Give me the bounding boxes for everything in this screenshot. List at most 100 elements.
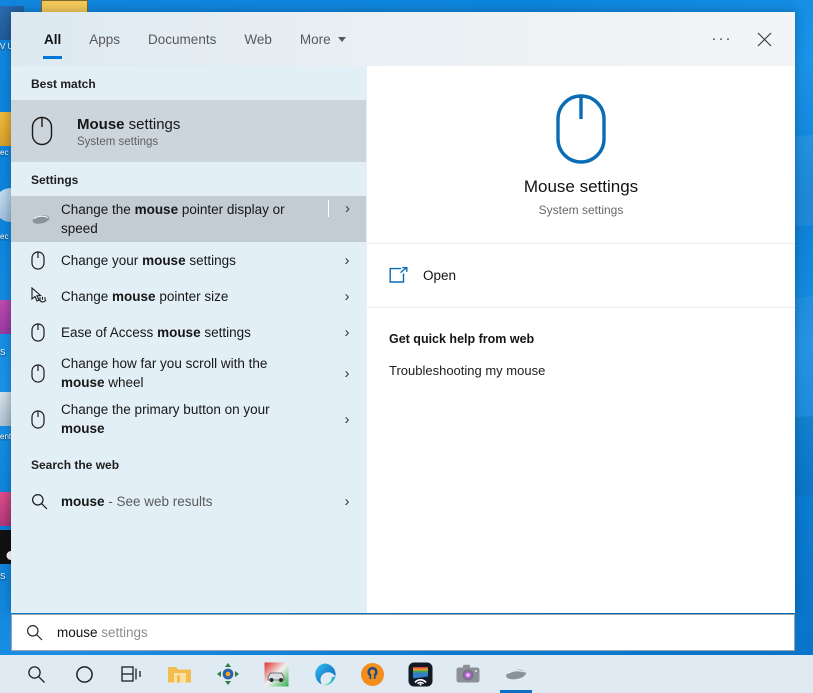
label-pre: Change the <box>61 202 135 217</box>
label-pre: Change your <box>61 253 142 268</box>
taskbar-search-button[interactable] <box>12 655 60 693</box>
search-icon <box>31 493 61 510</box>
openvpn-icon <box>360 662 385 687</box>
search-input-box[interactable]: mouse settings <box>11 614 795 651</box>
web-help-link[interactable]: Troubleshooting my mouse <box>389 363 795 378</box>
task-view-icon <box>121 665 143 684</box>
settings-heading: Settings <box>11 162 366 196</box>
search-tabs: All Apps Documents Web More <box>11 12 360 66</box>
label-bold: mouse <box>61 375 105 390</box>
label-post: settings <box>201 325 251 340</box>
best-match-title-rest: settings <box>125 116 181 133</box>
open-action-row[interactable]: Open <box>367 244 795 308</box>
label-pre: Change how far you scroll with the <box>61 356 267 371</box>
setting-item-label: Change mouse pointer size <box>61 287 234 306</box>
open-label: Open <box>423 268 456 283</box>
web-help-title: Get quick help from web <box>389 332 795 346</box>
setting-item-label: Ease of Access mouse settings <box>61 323 257 342</box>
mouse-filled-icon <box>31 212 61 226</box>
taskbar-openvpn-button[interactable] <box>348 655 396 693</box>
preview-pane: Mouse settings System settings Open Get … <box>366 66 795 613</box>
external-link-icon <box>389 267 408 284</box>
tab-web[interactable]: Web <box>230 12 286 66</box>
taskbar-task-view-button[interactable] <box>108 655 156 693</box>
setting-item-primary-button[interactable]: Change the primary button on your mouse … <box>11 396 366 442</box>
web-search-query: mouse <box>61 494 105 509</box>
search-results-list: Best match Mouse settings System setting… <box>11 66 366 613</box>
cortana-icon <box>75 665 94 684</box>
label-bold: mouse <box>61 421 105 436</box>
chevron-right-icon[interactable]: › <box>328 288 366 305</box>
label-post: settings <box>186 253 236 268</box>
setting-item-pointer-display-speed[interactable]: Change the mouse pointer display or spee… <box>11 196 366 242</box>
setting-item-pointer-size[interactable]: Change mouse pointer size › <box>11 278 366 314</box>
taskbar-camera-button[interactable] <box>444 655 492 693</box>
label-post: wheel <box>105 375 144 390</box>
taskbar-cortana-button[interactable] <box>60 655 108 693</box>
best-match-title: Mouse settings <box>77 115 186 134</box>
preview-hero: Mouse settings System settings <box>367 66 795 244</box>
label-bold: mouse <box>157 325 201 340</box>
web-search-label: mouse - See web results <box>61 492 219 511</box>
search-the-web-heading: Search the web <box>11 442 366 481</box>
setting-item-label: Change how far you scroll with the mouse… <box>61 354 313 392</box>
chevron-down-icon <box>338 37 346 42</box>
label-pre: Change the primary button on your <box>61 402 270 417</box>
taskbar-edge-button[interactable] <box>300 655 348 693</box>
taskbar-file-explorer-button[interactable] <box>156 655 204 693</box>
taskbar-screencast-button[interactable] <box>396 655 444 693</box>
mouse-outline-icon <box>31 251 61 270</box>
setting-item-label: Change the mouse pointer display or spee… <box>61 200 313 238</box>
chevron-right-icon[interactable]: › <box>328 200 366 217</box>
more-options-button[interactable]: ··· <box>701 19 743 59</box>
screencast-icon <box>408 662 433 687</box>
tab-documents[interactable]: Documents <box>134 12 230 66</box>
label-post: pointer size <box>156 289 229 304</box>
mouse-app-icon <box>504 666 528 682</box>
setting-item-change-mouse-settings[interactable]: Change your mouse settings › <box>11 242 366 278</box>
tab-more[interactable]: More <box>286 12 360 66</box>
chevron-right-icon[interactable]: › <box>328 493 366 510</box>
close-button[interactable] <box>743 19 785 59</box>
mouse-outline-large-icon <box>555 93 607 165</box>
ellipsis-icon: ··· <box>712 35 733 43</box>
taskbar-car-app-button[interactable] <box>252 655 300 693</box>
edge-browser-icon <box>312 662 337 687</box>
setting-item-label: Change your mouse settings <box>61 251 242 270</box>
preview-title: Mouse settings <box>524 177 638 197</box>
search-icon <box>26 624 43 641</box>
taskbar <box>0 655 813 693</box>
web-search-result[interactable]: mouse - See web results › <box>11 481 366 521</box>
search-typed-text: mouse <box>57 625 98 640</box>
header-controls: ··· <box>701 12 795 66</box>
best-match-subtitle: System settings <box>77 136 186 148</box>
chevron-right-icon[interactable]: › <box>328 411 366 428</box>
tab-label: Web <box>244 32 272 47</box>
car-app-icon <box>264 662 289 687</box>
label-pre: Ease of Access <box>61 325 157 340</box>
tab-label: All <box>44 32 61 47</box>
pointer-hand-icon <box>31 287 61 306</box>
search-input-text: mouse settings <box>57 625 148 640</box>
preview-subtitle: System settings <box>539 203 624 217</box>
chevron-right-icon[interactable]: › <box>328 365 366 382</box>
move-tool-icon <box>216 662 240 686</box>
web-search-suffix: - See web results <box>105 494 213 509</box>
chevron-right-icon[interactable]: › <box>328 252 366 269</box>
windows-search-panel: All Apps Documents Web More ··· <box>11 12 795 613</box>
search-panel-header: All Apps Documents Web More ··· <box>11 12 795 66</box>
setting-item-scroll-wheel[interactable]: Change how far you scroll with the mouse… <box>11 350 366 396</box>
mouse-outline-icon <box>31 116 77 146</box>
file-explorer-icon <box>167 663 193 685</box>
tab-label: Documents <box>148 32 216 47</box>
setting-item-ease-of-access[interactable]: Ease of Access mouse settings › <box>11 314 366 350</box>
chevron-right-icon[interactable]: › <box>328 324 366 341</box>
search-panel-body: Best match Mouse settings System setting… <box>11 66 795 613</box>
taskbar-mouse-app-button[interactable] <box>492 655 540 693</box>
close-icon <box>757 32 772 47</box>
label-bold: mouse <box>112 289 156 304</box>
taskbar-move-tool-button[interactable] <box>204 655 252 693</box>
best-match-result[interactable]: Mouse settings System settings <box>11 100 366 162</box>
tab-all[interactable]: All <box>30 12 75 66</box>
tab-apps[interactable]: Apps <box>75 12 134 66</box>
